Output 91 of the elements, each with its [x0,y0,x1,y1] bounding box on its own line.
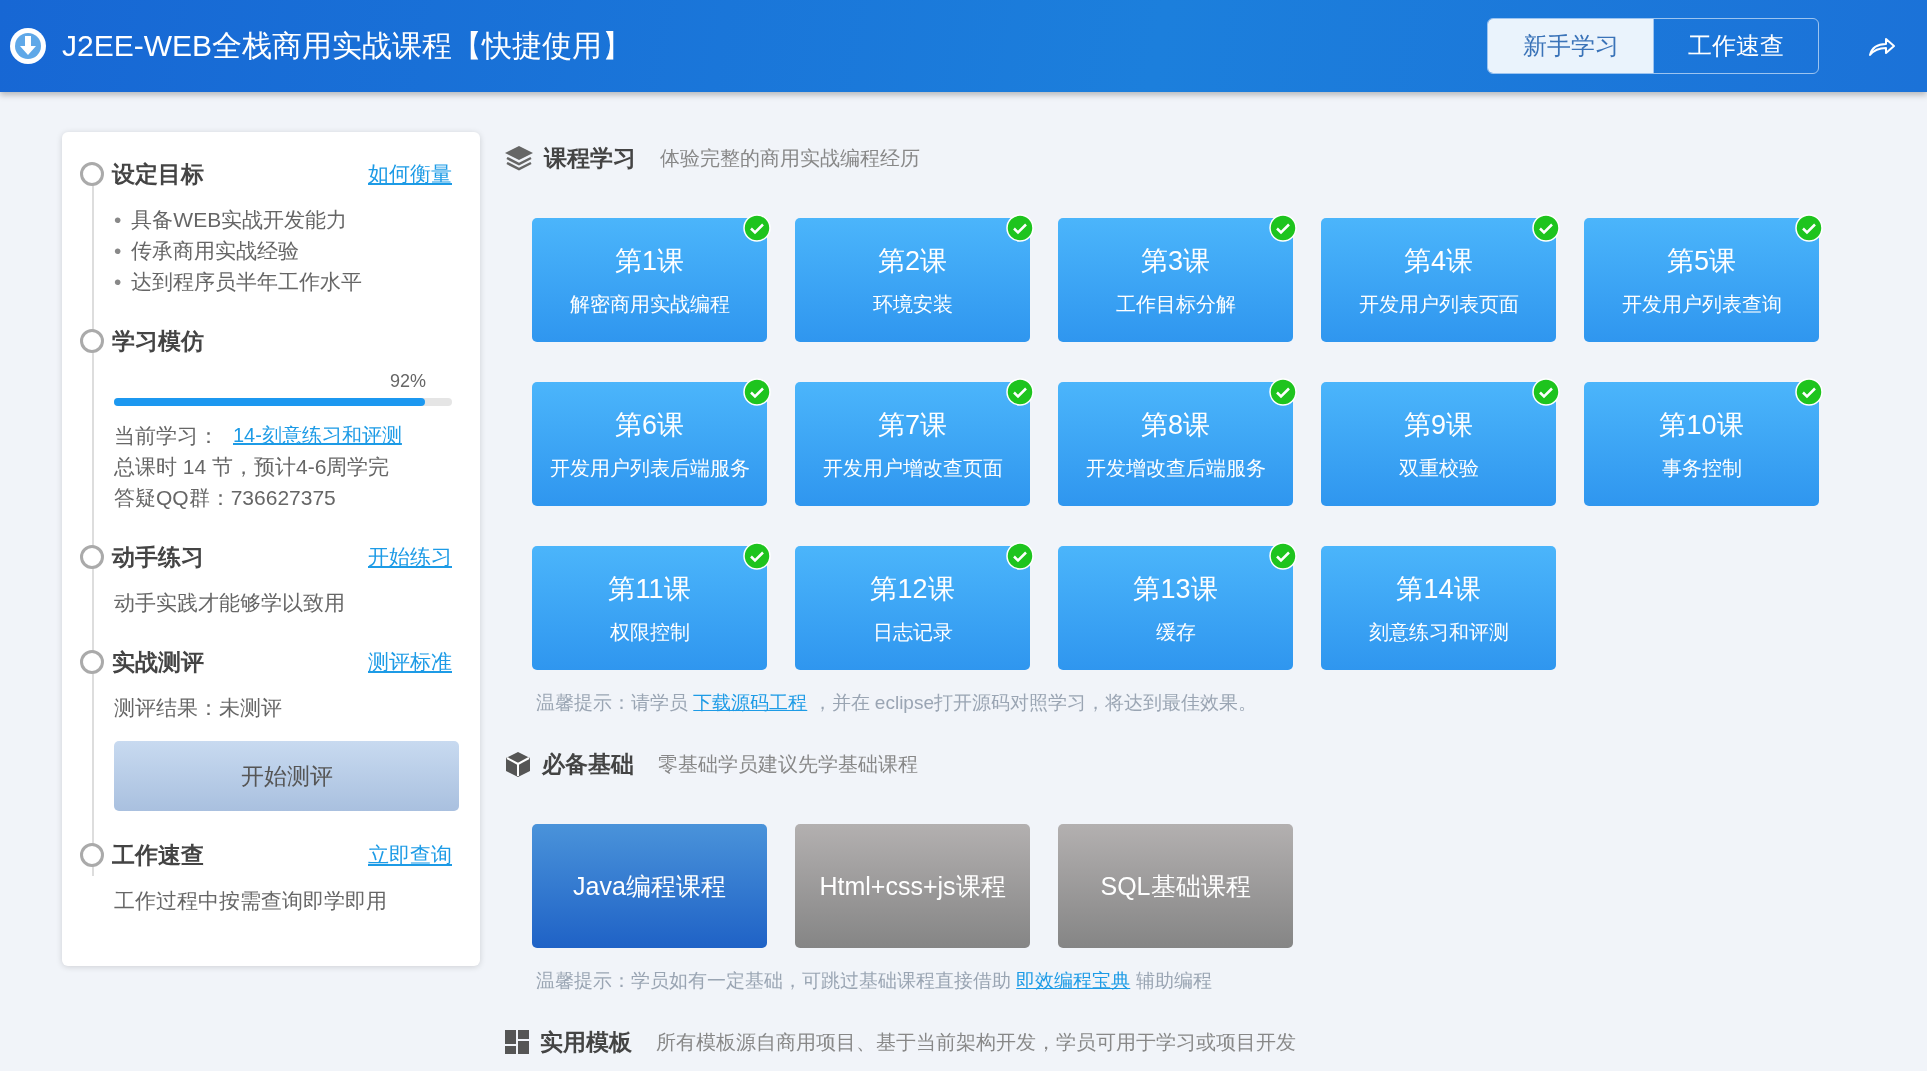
cube-icon [504,750,532,778]
step-circle-icon [80,545,104,569]
tip-link[interactable]: 下载源码工程 [693,692,808,713]
lesson-name: 开发增改查后端服务 [1085,455,1266,481]
layers-icon [504,144,534,172]
check-icon [1795,378,1823,406]
lesson-name: 开发用户列表后端服务 [549,455,750,481]
step-title: 工作速查 [112,840,204,870]
lesson-number: 第14课 [1396,572,1481,606]
step-link[interactable]: 测评标准 [368,648,452,676]
check-icon [1006,214,1034,242]
goal-item: 具备WEB实战开发能力 [131,207,348,233]
course-button[interactable]: Java编程课程 [532,824,767,948]
info-text: 总课时 14 节，预计4-6周学完 [114,454,391,480]
check-icon [743,378,771,406]
tip-text: 温馨提示：请学员 下载源码工程 ，并在 eclipse打开源码对照学习，将达到最佳效果。 [535,691,1258,715]
lesson-name: 刻意练习和评测 [1368,619,1509,645]
lesson-name: 日志记录 [872,619,953,645]
goal-item: 达到程序员半年工作水平 [131,269,363,295]
lesson-name: 开发用户增改查页面 [822,455,1003,481]
check-icon [1532,378,1560,406]
lesson-name: 权限控制 [609,619,690,645]
lesson-name: 解密商用实战编程 [569,291,730,317]
check-icon [1795,214,1823,242]
check-icon [1269,542,1297,570]
step-link[interactable]: 立即查询 [368,841,452,869]
lesson-name: 事务控制 [1661,455,1742,481]
section-title: 必备基础 [542,749,634,779]
lesson-name: 开发用户列表页面 [1358,291,1519,317]
lesson-number: 第2课 [878,244,947,278]
check-icon [1006,378,1034,406]
info-text: 答疑QQ群：736627375 [114,485,337,511]
step-description: 测评结果：未测评 [114,695,283,721]
logo-icon [8,26,48,66]
section-subtitle: 零基础学员建议先学基础课程 [658,751,918,777]
step-circle-icon [80,843,104,867]
lesson-name: 缓存 [1155,619,1196,645]
step-description: 工作过程中按需查询即学即用 [114,888,388,914]
start-evaluation-button[interactable]: 开始测评 [114,741,459,811]
lesson-name: 开发用户列表查询 [1621,291,1782,317]
app-title: J2EE-WEB全栈商用实战课程【快捷使用】 [62,27,633,64]
check-icon [743,542,771,570]
grid-icon [504,1029,530,1055]
check-icon [1006,542,1034,570]
lesson-name: 工作目标分解 [1115,291,1236,317]
bullet-marker: • [114,207,122,233]
step-circle-icon [80,329,104,353]
current-label: 当前学习： [114,423,219,449]
check-icon [1532,214,1560,242]
section-title: 实用模板 [540,1027,632,1057]
header-tab[interactable]: 新手学习 [1488,19,1653,73]
lesson-number: 第11课 [608,572,691,606]
lesson-number: 第1课 [615,244,684,278]
step-title: 实战测评 [112,647,204,677]
lesson-number: 第9课 [1404,408,1473,442]
lesson-number: 第12课 [870,572,955,606]
lesson-number: 第5课 [1667,244,1736,278]
step-circle-icon [80,650,104,674]
lesson-number: 第7课 [878,408,947,442]
lesson-number: 第13课 [1133,572,1218,606]
step-title: 学习模仿 [112,326,204,356]
lesson-card[interactable]: 第14课 刻意练习和评测 [1321,546,1556,670]
section-subtitle: 所有模板源自商用项目、基于当前架构开发，学员可用于学习或项目开发 [656,1029,1296,1055]
lesson-name: 环境安装 [872,291,953,317]
lesson-number: 第6课 [615,408,684,442]
section-subtitle: 体验完整的商用实战编程经历 [660,145,920,171]
course-button[interactable]: Html+css+js课程 [795,824,1030,948]
goal-item: 传承商用实战经验 [131,238,300,264]
step-title: 设定目标 [112,159,204,189]
section-title: 课程学习 [544,143,636,173]
check-icon [743,214,771,242]
check-icon [1269,214,1297,242]
step-link[interactable]: 如何衡量 [368,160,452,188]
step-circle-icon [80,162,104,186]
lesson-number: 第3课 [1141,244,1210,278]
lesson-number: 第8课 [1141,408,1210,442]
step-link[interactable]: 开始练习 [368,543,452,571]
bullet-marker: • [114,269,122,295]
check-icon [1269,378,1297,406]
bullet-marker: • [114,238,122,264]
tip-text: 温馨提示：学员如有一定基础，可跳过基础课程直接借助 即效编程宝典 辅助编程 [535,969,1213,993]
course-button[interactable]: SQL基础课程 [1058,824,1293,948]
step-title: 动手练习 [112,542,204,572]
step-description: 动手实践才能够学以致用 [114,590,346,616]
progress-percent: 92% [388,371,427,392]
tip-link[interactable]: 即效编程宝典 [1016,970,1131,991]
header-tab[interactable]: 工作速查 [1653,19,1818,73]
lesson-number: 第4课 [1404,244,1473,278]
current-lesson-link[interactable]: 14-刻意练习和评测 [233,420,402,451]
lesson-name: 双重校验 [1398,455,1479,481]
lesson-number: 第10课 [1659,408,1744,442]
